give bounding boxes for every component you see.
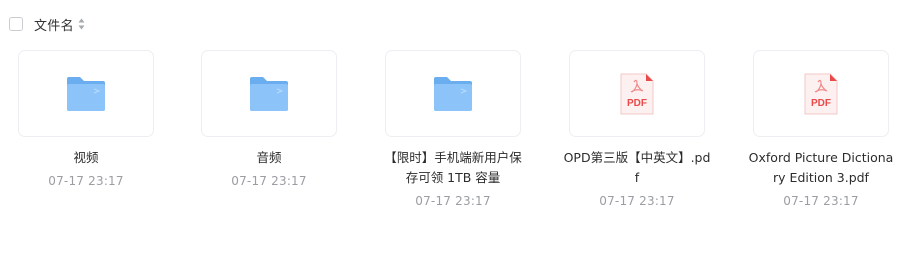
file-modified-time: 07-17 23:17 — [599, 194, 675, 208]
folder-icon — [67, 76, 105, 111]
list-header: 文件名 — [9, 14, 85, 34]
file-name[interactable]: 视频 — [6, 148, 166, 168]
file-thumbnail[interactable] — [18, 50, 154, 137]
file-name[interactable]: OPD第三版【中英文】.pdf — [557, 148, 717, 188]
file-item-opd-pdf[interactable]: PDF OPD第三版【中英文】.pdf 07-17 23:17 — [557, 50, 717, 208]
file-name[interactable]: 音频 — [189, 148, 349, 168]
file-thumbnail[interactable]: PDF — [753, 50, 889, 137]
file-name[interactable]: 【限时】手机端新用户保存可领 1TB 容量 — [373, 148, 533, 188]
file-thumbnail[interactable] — [385, 50, 521, 137]
file-item-audio-folder[interactable]: 音频 07-17 23:17 — [189, 50, 349, 188]
select-all-checkbox[interactable] — [9, 17, 23, 31]
file-item-video-folder[interactable]: 视频 07-17 23:17 — [6, 50, 166, 188]
pdf-icon-label: PDF — [627, 98, 647, 109]
file-thumbnail[interactable]: PDF — [569, 50, 705, 137]
file-thumbnail[interactable] — [201, 50, 337, 137]
file-modified-time: 07-17 23:17 — [415, 194, 491, 208]
file-modified-time: 07-17 23:17 — [48, 174, 124, 188]
sort-label: 文件名 — [34, 18, 74, 34]
folder-icon — [250, 76, 288, 111]
sort-by-name-button[interactable]: 文件名 — [34, 15, 85, 34]
file-modified-time: 07-17 23:17 — [783, 194, 859, 208]
sort-updown-icon — [78, 18, 85, 30]
file-item-oxford-pdf[interactable]: PDF Oxford Picture Dictionary Edition 3.… — [741, 50, 901, 208]
pdf-file-icon: PDF — [804, 73, 838, 114]
file-name[interactable]: Oxford Picture Dictionary Edition 3.pdf — [741, 148, 901, 188]
file-modified-time: 07-17 23:17 — [231, 174, 307, 188]
pdf-file-icon: PDF — [620, 73, 654, 114]
file-item-promo-folder[interactable]: 【限时】手机端新用户保存可领 1TB 容量 07-17 23:17 — [373, 50, 533, 208]
pdf-icon-label: PDF — [811, 98, 831, 109]
folder-icon — [434, 76, 472, 111]
